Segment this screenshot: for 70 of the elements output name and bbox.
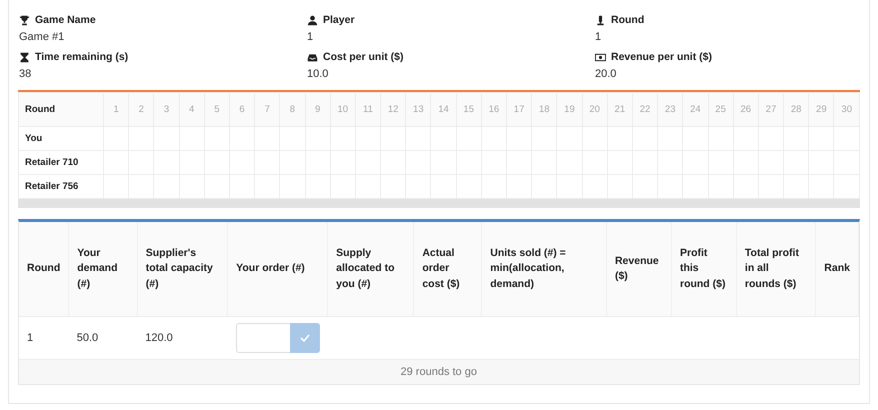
- round-number: 7: [264, 104, 270, 115]
- field-value: 20.0: [595, 68, 618, 80]
- field-label: Time remaining (s): [35, 51, 128, 63]
- round-number: 6: [239, 104, 245, 115]
- field-label: Player: [323, 14, 355, 26]
- round-number: 25: [715, 104, 726, 115]
- round-number: 22: [640, 104, 650, 115]
- round-number: 18: [538, 104, 550, 115]
- round-number: 16: [488, 104, 500, 115]
- column-header: Round: [27, 262, 60, 274]
- column-header: Total profit in all rounds ($): [744, 247, 799, 290]
- order-input[interactable]: [236, 323, 290, 353]
- table-cell: 120.0: [145, 332, 173, 344]
- round-number: 30: [841, 104, 852, 115]
- money-icon: [595, 52, 606, 62]
- field-value: 1: [595, 31, 602, 43]
- table-cell: 1: [27, 332, 34, 344]
- column-header: Supply allocated to you (#): [336, 247, 394, 290]
- round-number: 19: [564, 104, 575, 115]
- hourglass-icon: [19, 52, 30, 62]
- scrollbar[interactable]: [18, 199, 860, 208]
- check-icon: [300, 334, 310, 342]
- round-number: 12: [388, 104, 398, 115]
- field-label: Game Name: [35, 14, 96, 26]
- round-number: 14: [438, 104, 449, 115]
- table-cell: 50.0: [76, 332, 98, 344]
- field-label: Round: [611, 14, 644, 26]
- tray-icon: [307, 52, 318, 62]
- player-name: You: [25, 133, 42, 144]
- round-number: 29: [816, 104, 827, 115]
- round-number: 9: [314, 104, 320, 115]
- field-value: Game #1: [19, 31, 66, 43]
- round-number: 5: [214, 104, 220, 115]
- round-number: 10: [337, 104, 348, 115]
- round-number: 26: [740, 104, 752, 115]
- trophy-icon: [19, 14, 30, 26]
- column-header: Round: [25, 104, 56, 115]
- round-number: 21: [614, 104, 626, 115]
- round-number: 4: [189, 104, 194, 115]
- column-header: Rank: [824, 262, 850, 274]
- field-value: 1: [307, 31, 314, 43]
- rounds-remaining: 29 rounds to go: [400, 366, 477, 378]
- field-label: Cost per unit ($): [323, 51, 404, 63]
- column-header: Supplier's total capacity (#): [146, 247, 213, 290]
- column-header: Profit this round ($): [680, 247, 726, 290]
- column-header: Your demand (#): [77, 247, 118, 290]
- round-number: 17: [514, 104, 524, 115]
- round-number: 13: [413, 104, 424, 115]
- round-number: 28: [790, 104, 802, 115]
- column-header: Revenue ($): [614, 254, 659, 282]
- figure-icon: [595, 14, 606, 26]
- round-number: 23: [664, 104, 676, 115]
- round-number: 15: [463, 104, 474, 115]
- round-number: 3: [164, 104, 170, 115]
- round-number: 8: [290, 104, 296, 115]
- column-header: Your order (#): [236, 262, 305, 274]
- field-value: 38: [19, 68, 32, 80]
- player-name: Retailer 710: [25, 157, 78, 168]
- round-number: 1: [113, 104, 119, 115]
- field-value: 10.0: [307, 68, 330, 80]
- field-label: Revenue per unit ($): [611, 51, 712, 63]
- round-number: 2: [138, 104, 144, 115]
- user-icon: [307, 14, 318, 26]
- column-header: Actual order cost ($): [422, 247, 460, 290]
- column-header: Units sold (#) = min(allocation, demand): [490, 247, 566, 290]
- round-number: 11: [363, 104, 373, 115]
- round-number: 27: [766, 104, 776, 115]
- player-name: Retailer 756: [25, 181, 78, 192]
- round-number: 24: [690, 104, 701, 115]
- round-number: 20: [589, 104, 600, 115]
